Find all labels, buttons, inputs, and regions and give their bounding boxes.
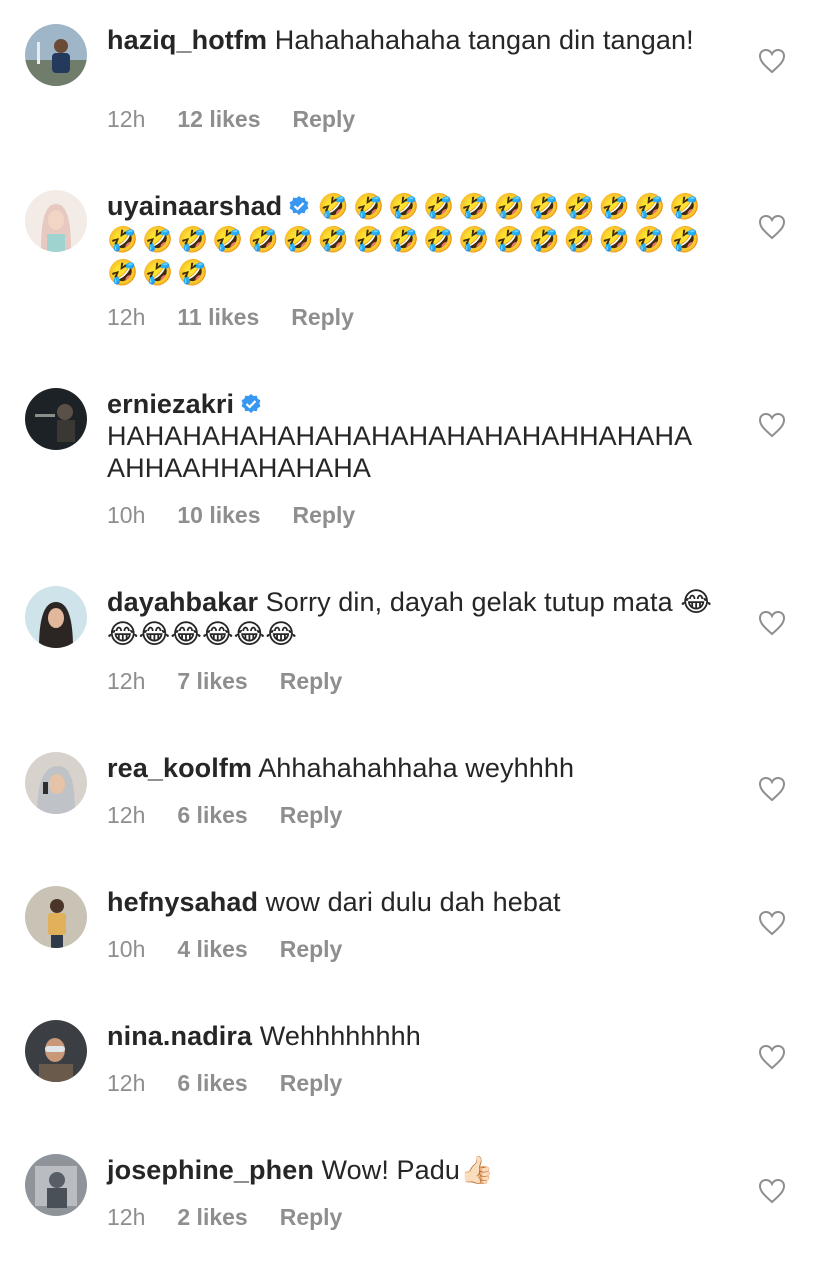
- avatar[interactable]: [25, 1020, 87, 1082]
- avatar[interactable]: [25, 886, 87, 948]
- comment-likes[interactable]: 12 likes: [177, 106, 260, 133]
- comment-time: 12h: [107, 304, 146, 330]
- comment-likes[interactable]: 6 likes: [177, 1070, 247, 1097]
- reply-button[interactable]: Reply: [280, 802, 343, 829]
- comment-meta: 12h 11 likes Reply: [107, 304, 354, 331]
- comment-likes[interactable]: 7 likes: [177, 668, 247, 695]
- comment-username[interactable]: uyainaarshad: [107, 191, 282, 221]
- comment-text: Ahhahahahhaha weyhhhh: [258, 753, 575, 783]
- comment-username[interactable]: haziq_hotfm: [107, 25, 267, 55]
- reply-button[interactable]: Reply: [291, 304, 354, 331]
- comment-meta: 12h 2 likes Reply: [107, 1204, 342, 1231]
- reply-button[interactable]: Reply: [280, 668, 343, 695]
- comment-meta: 10h 4 likes Reply: [107, 936, 342, 963]
- comment-username[interactable]: hefnysahad: [107, 887, 258, 917]
- verified-badge-icon: [241, 394, 261, 413]
- heart-outline-icon[interactable]: [758, 776, 786, 802]
- reply-button[interactable]: Reply: [280, 936, 343, 963]
- comment-time: 12h: [107, 1204, 146, 1230]
- comment-time: 12h: [107, 106, 146, 132]
- avatar[interactable]: [25, 388, 87, 450]
- heart-outline-icon[interactable]: [758, 1044, 786, 1070]
- comment-time: 10h: [107, 502, 146, 528]
- comment-meta: 12h 12 likes Reply: [107, 106, 355, 133]
- comment-meta: 12h 7 likes Reply: [107, 668, 342, 695]
- comment-username[interactable]: nina.nadira: [107, 1021, 252, 1051]
- heart-outline-icon[interactable]: [758, 412, 786, 438]
- heart-outline-icon[interactable]: [758, 1178, 786, 1204]
- heart-outline-icon[interactable]: [758, 610, 786, 636]
- comment-likes[interactable]: 4 likes: [177, 936, 247, 963]
- comment-likes[interactable]: 6 likes: [177, 802, 247, 829]
- heart-outline-icon[interactable]: [758, 48, 786, 74]
- reply-button[interactable]: Reply: [293, 502, 356, 529]
- comment-meta: 10h 10 likes Reply: [107, 502, 355, 529]
- comment-likes[interactable]: 10 likes: [177, 502, 260, 529]
- comment-text: Wow! Padu👍🏻: [321, 1155, 494, 1185]
- reply-button[interactable]: Reply: [280, 1204, 343, 1231]
- heart-outline-icon[interactable]: [758, 910, 786, 936]
- comment-time: 12h: [107, 668, 146, 694]
- comment-time: 12h: [107, 802, 146, 828]
- verified-badge-icon: [289, 196, 309, 215]
- heart-outline-icon[interactable]: [758, 214, 786, 240]
- comment-username[interactable]: erniezakri: [107, 389, 234, 419]
- avatar[interactable]: [25, 190, 87, 252]
- reply-button[interactable]: Reply: [293, 106, 356, 133]
- comment-username[interactable]: rea_koolfm: [107, 753, 252, 783]
- comment-meta: 12h 6 likes Reply: [107, 1070, 342, 1097]
- comment-text: Wehhhhhhhh: [259, 1021, 421, 1051]
- comment-text: Hahahahahaha tangan din tangan!: [274, 25, 694, 55]
- reply-button[interactable]: Reply: [280, 1070, 343, 1097]
- comment-text: wow dari dulu dah hebat: [265, 887, 561, 917]
- comment-meta: 12h 6 likes Reply: [107, 802, 342, 829]
- avatar[interactable]: [25, 586, 87, 648]
- avatar[interactable]: [25, 1154, 87, 1216]
- comment-username[interactable]: dayahbakar: [107, 587, 258, 617]
- comment-likes[interactable]: 11 likes: [177, 304, 259, 331]
- avatar[interactable]: [25, 752, 87, 814]
- avatar[interactable]: [25, 24, 87, 86]
- comment-text: HAHAHAHAHAHAHAHAHAHAHAHAHHAHAHA AHHAAHHA…: [107, 421, 691, 483]
- comment-likes[interactable]: 2 likes: [177, 1204, 247, 1231]
- comment-time: 10h: [107, 936, 146, 962]
- comment-username[interactable]: josephine_phen: [107, 1155, 314, 1185]
- comment-time: 12h: [107, 1070, 146, 1096]
